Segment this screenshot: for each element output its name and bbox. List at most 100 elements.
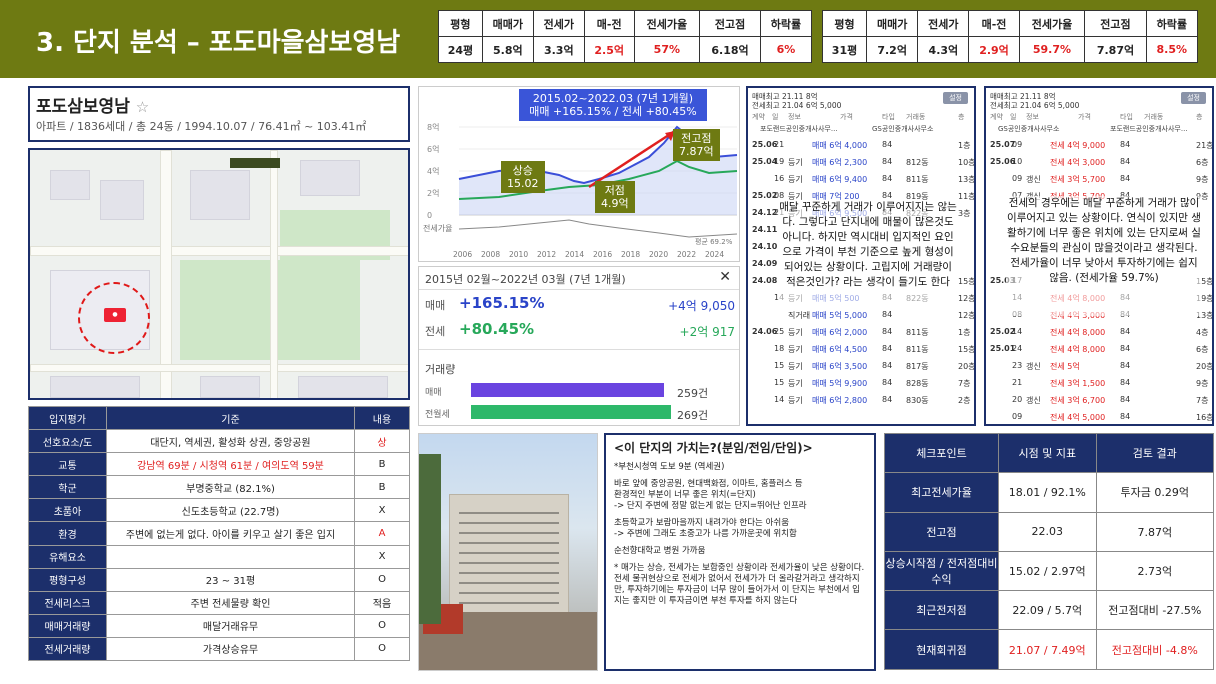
trade-d: 21 <box>774 140 785 149</box>
trade-dong: 811동 <box>906 328 929 337</box>
apartment-info: 아파트 / 1836세대 / 총 24동 / 1994.10.07 / 76.4… <box>36 120 367 133</box>
row-key: 초품아 <box>28 498 107 523</box>
table-row[interactable]: 24.06 25 등기 매매 6억 2,000 84 811동 1층 <box>752 327 970 340</box>
agent-name[interactable]: 포도랜드공인중개사사무... <box>760 124 838 134</box>
checkpoint-table: 체크포인트 시점 및 지표 검토 결과 최고전세가율 18.01 / 92.1%… <box>884 432 1215 670</box>
trade-f: 6층 <box>1196 158 1209 167</box>
settings-button[interactable]: 설정 <box>943 92 968 104</box>
trade-p: 전세 4억 8,000 <box>1050 345 1106 354</box>
trade-d: 14 <box>774 395 785 404</box>
road <box>30 364 408 372</box>
col-header: 전세가율 <box>1018 10 1086 37</box>
table-row[interactable]: 09 전세 4억 5,000 84 16층 <box>990 412 1212 424</box>
row-grade: B <box>354 475 410 500</box>
col-header: 내용 <box>354 405 410 431</box>
agent-name[interactable]: 포도랜드공인중개사사무... <box>1110 124 1188 134</box>
value-paragraph: 바로 앞에 중앙공원, 현대백화점, 이마트, 홈플러스 등 환경적인 부분이 … <box>614 479 807 511</box>
sale-volume-label: 매매 <box>425 388 442 398</box>
table-row[interactable]: 25.04 19 등기 매매 6억 2,300 84 812동 10층 <box>752 157 974 170</box>
table-row[interactable]: 15 등기 매매 5억 9,900 84 828동 7층 <box>752 378 970 391</box>
col-header: 타입 <box>882 113 895 121</box>
table-row[interactable]: 25.07 09 전세 4억 9,000 84 21층 <box>990 140 1212 153</box>
trade-dong: 811동 <box>906 175 929 184</box>
x-tick: 2024 <box>705 250 724 259</box>
col-header: 평형 <box>821 10 868 37</box>
row-value: 신도초등학교 (22.7명) <box>106 498 355 523</box>
trade-t: 84 <box>882 327 893 336</box>
growth-line: 매매 +165.15% / 전세 +80.45% <box>529 105 697 118</box>
building <box>190 170 250 220</box>
building <box>100 180 144 220</box>
trade-t: 84 <box>1120 395 1131 404</box>
table-row: 초품아 신도초등학교 (22.7명) X <box>28 498 410 523</box>
x-tick: 2018 <box>621 250 640 259</box>
table-row[interactable]: 25.01 24 전세 4억 8,000 84 6층 <box>990 344 1208 357</box>
sale-comment: 매달 꾸준하게 거래가 이루어지지는 않는다. 그렇다고 단지내에 매물이 많은… <box>778 200 958 310</box>
row-key: 상승시작점 / 전저점대비 수익 <box>884 550 999 592</box>
trade-dong: 828동 <box>906 379 929 388</box>
trade-d: 19 <box>774 157 785 166</box>
row-grade: 상 <box>354 429 410 454</box>
row-value: 강남역 69분 / 시청역 61분 / 여의도역 59분 <box>106 452 355 477</box>
table-row[interactable]: 25.02 14 전세 4억 8,000 84 4층 <box>990 327 1208 340</box>
jeonse-label: 전세 <box>425 325 446 338</box>
page-title: 3. 단지 분석 – 포도마을삼보영남 <box>36 28 401 58</box>
summary-cell: 6% <box>759 36 813 63</box>
row-grade: O <box>354 613 410 638</box>
col-header: 시점 및 지표 <box>998 432 1097 474</box>
summary-cell: 6.18억 <box>699 36 761 63</box>
chart-period-callout: 2015.02~2022.03 (7년 1개월) 매매 +165.15% / 전… <box>519 89 707 121</box>
apartment-pin-icon[interactable]: ● <box>104 308 126 322</box>
trade-f: 3층 <box>958 209 971 218</box>
price-trend-chart: 8억 6억 4억 2억 0 전세가율 평균 69.2% 2006 2008 20… <box>418 86 740 262</box>
settings-button[interactable]: 설정 <box>1181 92 1206 104</box>
trade-p: 매매 6억 2,000 <box>812 328 868 337</box>
trade-p: 전세 3억 1,500 <box>1050 379 1106 388</box>
trade-f: 12층 <box>958 294 976 303</box>
col-header: 평형 <box>438 10 483 37</box>
jeonse-amount: +2억 917 <box>679 325 735 339</box>
table-row[interactable]: 23 갱신 전세 5억 84 20층 <box>990 361 1212 374</box>
table-row[interactable]: 14 등기 매매 6억 2,800 84 830동 2층 <box>752 395 970 408</box>
building <box>300 160 360 196</box>
table-row[interactable]: 16 등기 매매 6억 9,400 84 811동 13층 <box>752 174 974 187</box>
col-header: 거래동 <box>906 113 926 121</box>
table-row[interactable]: 21 전세 3억 1,500 84 9층 <box>990 378 1208 391</box>
agent-row: 포도랜드공인중개사사무... GS공인중개사사무소 <box>752 124 970 138</box>
favorite-star-icon[interactable]: ☆ <box>136 98 149 116</box>
trade-k: 등기 <box>788 158 803 167</box>
x-tick: 2016 <box>593 250 612 259</box>
trade-t: 84 <box>882 174 893 183</box>
table-row: 교통 강남역 69분 / 시청역 61분 / 여의도역 59분 B <box>28 452 410 477</box>
col-header: 매-전 <box>968 10 1020 37</box>
col-header: 계약 <box>990 113 1003 121</box>
table-row[interactable]: 09 갱신 전세 3억 5,700 84 9층 <box>990 174 1208 187</box>
location-map[interactable]: ● <box>28 148 410 400</box>
row-indicator: 15.02 / 2.97억 <box>998 550 1097 592</box>
table-row[interactable]: 직거래 매매 5억 5,000 84 12층 <box>752 310 974 323</box>
col-header: 층 <box>958 113 965 121</box>
trade-t: 84 <box>1120 344 1131 353</box>
table-row[interactable]: 15 등기 매매 6억 3,500 84 817동 20층 <box>752 361 974 374</box>
close-icon[interactable]: ✕ <box>719 269 731 285</box>
row-key: 전세리스크 <box>28 590 107 615</box>
trade-d: 15 <box>774 361 785 370</box>
trade-k: 등기 <box>788 175 803 184</box>
trade-p: 매매 6억 2,800 <box>812 396 868 405</box>
trade-f: 12층 <box>958 311 976 320</box>
tree <box>419 454 441 624</box>
trade-f: 20층 <box>958 362 976 371</box>
agent-name[interactable]: GS공인중개사사무소 <box>998 124 1059 134</box>
trade-t: 84 <box>1120 378 1131 387</box>
agent-name[interactable]: GS공인중개사사무소 <box>872 124 933 134</box>
col-header: 층 <box>1196 113 1203 121</box>
row-grade: A <box>354 521 410 546</box>
y-tick: 2억 <box>427 188 439 198</box>
table-row[interactable]: 25.06 21 매매 6억 4,000 84 1층 <box>752 140 970 153</box>
row-result: 투자금 0.29억 <box>1095 472 1215 513</box>
table-row[interactable]: 25.06 10 전세 4억 3,000 84 6층 <box>990 157 1208 170</box>
trade-p: 전세 4억 3,000 <box>1050 158 1106 167</box>
table-row[interactable]: 18 등기 매매 6억 4,500 84 811동 15층 <box>752 344 974 357</box>
trade-f: 20층 <box>1196 362 1214 371</box>
table-row[interactable]: 20 갱신 전세 3억 6,700 84 7층 <box>990 395 1208 408</box>
